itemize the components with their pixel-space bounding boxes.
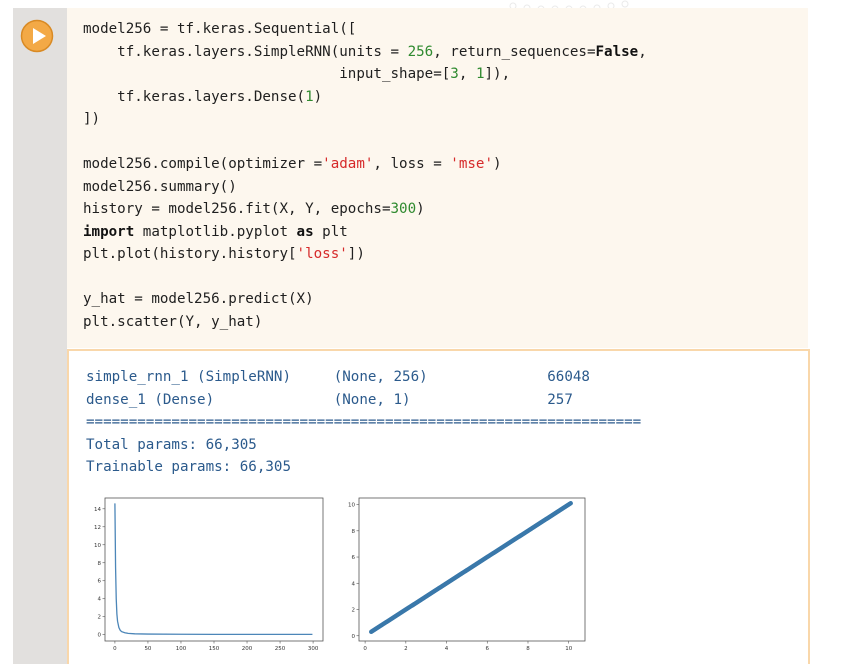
y-tick-label: 10 bbox=[348, 503, 355, 509]
y-tick-label: 2 bbox=[98, 615, 102, 621]
code-line: history = model256.fit(X, Y, epochs=300) bbox=[83, 198, 647, 221]
code-token: 'mse' bbox=[450, 156, 494, 172]
code-token: history = model256.fit(X, Y, epochs= bbox=[83, 201, 391, 217]
code-line: model256.summary() bbox=[83, 176, 647, 199]
code-editor[interactable]: model256 = tf.keras.Sequential([ tf.kera… bbox=[83, 18, 647, 333]
code-token: , bbox=[458, 66, 476, 82]
code-cell[interactable]: model256 = tf.keras.Sequential([ tf.kera… bbox=[67, 8, 808, 348]
code-token: , return_sequences= bbox=[433, 43, 596, 60]
code-token: plt.scatter(Y, y_hat) bbox=[83, 313, 263, 330]
code-token: ) bbox=[313, 88, 323, 105]
output-cell: simple_rnn_1 (SimpleRNN) (None, 256) 660… bbox=[67, 349, 810, 664]
code-token: y_hat = model256.predict(X) bbox=[83, 291, 314, 307]
code-token: 300 bbox=[390, 201, 417, 217]
x-tick-label: 300 bbox=[308, 646, 319, 652]
x-tick-label: 200 bbox=[242, 646, 253, 652]
loss-plot: 0 50 100 150 200 250 300 0 2 4 6 8 10 12 14 bbox=[83, 494, 328, 654]
y-tick-label: 14 bbox=[94, 507, 101, 513]
y-tick-label: 6 bbox=[352, 555, 356, 561]
x-tick-label: 0 bbox=[363, 646, 367, 652]
y-tick-label: 0 bbox=[98, 633, 102, 639]
code-line: plt.plot(history.history['loss']) bbox=[83, 243, 647, 266]
code-token: 'adam' bbox=[322, 156, 374, 172]
y-tick-label: 0 bbox=[352, 634, 356, 640]
code-line: input_shape=[3, 1]), bbox=[83, 63, 647, 86]
scatter-plot-svg: 0 2 4 6 8 10 0 2 4 6 8 10 bbox=[348, 497, 586, 652]
code-token: ]), bbox=[484, 66, 511, 82]
y-tick-label: 6 bbox=[98, 579, 102, 585]
y-tick-label: 4 bbox=[98, 597, 102, 603]
y-tick-label: 2 bbox=[352, 608, 356, 614]
code-token: 3 bbox=[450, 66, 459, 82]
code-token: tf.keras.layers.SimpleRNN(units = bbox=[83, 43, 408, 60]
summary-row-simple-rnn: simple_rnn_1 (SimpleRNN) (None, 256) 660… bbox=[86, 369, 590, 385]
x-tick-label: 150 bbox=[209, 646, 220, 652]
code-token: plt.plot(history.history[ bbox=[83, 246, 297, 262]
x-tick-label: 4 bbox=[445, 646, 449, 652]
code-line: import matplotlib.pyplot as plt bbox=[83, 221, 647, 244]
model-summary-output: simple_rnn_1 (SimpleRNN) (None, 256) 660… bbox=[86, 366, 708, 479]
total-params: Total params: 66,305 bbox=[86, 436, 257, 453]
code-token: model256 = tf.keras.Sequential([ bbox=[83, 21, 357, 37]
code-token: ) bbox=[416, 201, 425, 217]
code-token: ]) bbox=[347, 246, 365, 262]
x-tick-label: 6 bbox=[486, 646, 490, 652]
summary-row-dense: dense_1 (Dense) (None, 1) 257 bbox=[86, 391, 573, 408]
code-token: ]) bbox=[83, 111, 101, 127]
code-token: 1 bbox=[305, 88, 314, 105]
x-tick-label: 50 bbox=[144, 646, 151, 652]
code-token: model256.summary() bbox=[83, 178, 237, 195]
x-tick-label: 0 bbox=[113, 646, 117, 652]
code-line: model256 = tf.keras.Sequential([ bbox=[83, 18, 647, 41]
x-tick-label: 10 bbox=[565, 646, 572, 652]
code-line: y_hat = model256.predict(X) bbox=[83, 288, 647, 311]
code-token: matplotlib.pyplot bbox=[134, 223, 297, 240]
code-token: import bbox=[83, 223, 135, 240]
y-tick-label: 4 bbox=[352, 581, 356, 587]
code-line: tf.keras.layers.SimpleRNN(units = 256, r… bbox=[83, 41, 647, 64]
loss-plot-svg: 0 50 100 150 200 250 300 0 2 4 6 8 10 12 14 bbox=[94, 497, 324, 652]
code-token: as bbox=[296, 223, 314, 240]
code-token: input_shape=[ bbox=[83, 66, 451, 82]
x-tick-label: 2 bbox=[404, 646, 408, 652]
code-line: ]) bbox=[83, 108, 647, 131]
run-cell-button[interactable] bbox=[20, 19, 54, 53]
y-tick-label: 12 bbox=[94, 525, 101, 531]
code-line: plt.scatter(Y, y_hat) bbox=[83, 311, 647, 334]
trainable-params: Trainable params: 66,305 bbox=[86, 459, 291, 475]
code-token: , loss = bbox=[373, 156, 451, 172]
y-tick-label: 10 bbox=[94, 543, 101, 549]
cell-gutter bbox=[13, 8, 67, 664]
scatter-point bbox=[568, 501, 573, 506]
code-token: tf.keras.layers.Dense( bbox=[83, 88, 306, 105]
plot-frame bbox=[104, 497, 324, 642]
y-tick-label: 8 bbox=[352, 529, 356, 535]
summary-separator: ========================================… bbox=[86, 414, 642, 430]
code-token: False bbox=[595, 43, 639, 60]
code-token: , bbox=[638, 43, 647, 60]
x-tick-label: 100 bbox=[176, 646, 187, 652]
code-line: tf.keras.layers.Dense(1) bbox=[83, 86, 647, 109]
code-token: plt bbox=[313, 223, 348, 240]
code-token: 256 bbox=[407, 43, 434, 60]
prediction-scatter-plot: 0 2 4 6 8 10 0 2 4 6 8 10 bbox=[337, 494, 589, 654]
code-token: 'loss' bbox=[296, 246, 348, 262]
y-tick-label: 8 bbox=[98, 561, 102, 567]
code-line: model256.compile(optimizer ='adam', loss… bbox=[83, 153, 647, 176]
x-tick-label: 8 bbox=[526, 646, 530, 652]
x-tick-label: 250 bbox=[275, 646, 286, 652]
code-token: model256.compile(optimizer = bbox=[83, 156, 323, 172]
code-token: ) bbox=[493, 156, 502, 172]
